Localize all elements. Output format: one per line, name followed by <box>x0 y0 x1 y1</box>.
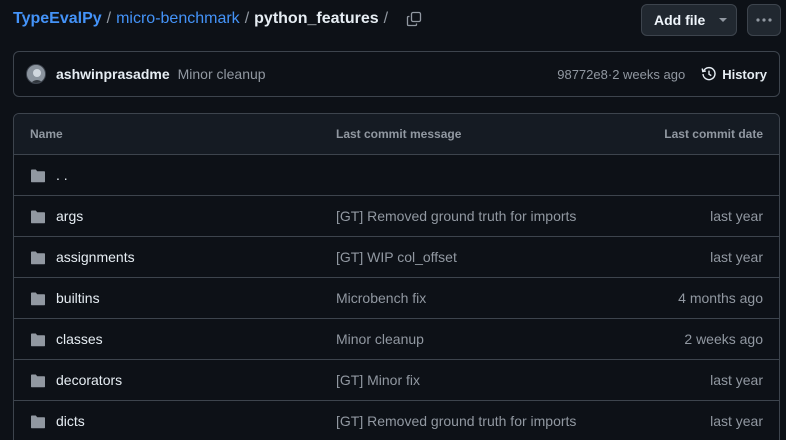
commit-date: last year <box>710 413 763 429</box>
breadcrumb-separator: / <box>106 10 112 27</box>
commit-message-link[interactable]: [GT] WIP col_offset <box>336 249 457 265</box>
table-row[interactable]: dicts [GT] Removed ground truth for impo… <box>14 401 779 440</box>
breadcrumb-separator: / <box>383 10 389 27</box>
breadcrumb-separator: / <box>244 10 250 27</box>
parent-directory-link[interactable]: . . <box>56 167 68 183</box>
commit-date: 4 months ago <box>678 290 763 306</box>
commit-message-link[interactable]: [GT] Removed ground truth for imports <box>336 208 576 224</box>
commit-date: last year <box>710 372 763 388</box>
commit-message-link[interactable]: Microbench fix <box>336 290 426 306</box>
folder-name-link[interactable]: args <box>56 208 83 224</box>
table-row[interactable]: builtins Microbench fix 4 months ago <box>14 278 779 319</box>
commit-date: last year <box>710 208 763 224</box>
file-table: Name Last commit message Last commit dat… <box>13 113 780 440</box>
folder-name-link[interactable]: decorators <box>56 372 122 388</box>
breadcrumb-current: python_features <box>254 10 379 27</box>
more-options-button[interactable] <box>747 4 781 36</box>
folder-name-link[interactable]: builtins <box>56 290 100 306</box>
commit-date: last year <box>710 249 763 265</box>
folder-icon <box>31 333 45 347</box>
folder-name-link[interactable]: assignments <box>56 249 135 265</box>
table-row-parent[interactable]: . . <box>14 155 779 196</box>
add-file-button[interactable]: Add file <box>641 4 737 36</box>
commit-meta: 98772e8 · 2 weeks ago History <box>557 66 767 82</box>
breadcrumb-repo-link[interactable]: micro-benchmark <box>116 10 240 28</box>
header-message: Last commit message <box>336 127 462 141</box>
folder-icon <box>31 210 45 224</box>
history-icon <box>701 66 716 81</box>
header-actions: Add file <box>641 4 781 36</box>
commit-sha[interactable]: 98772e8 <box>557 67 608 82</box>
triangle-down-icon <box>710 17 736 23</box>
folder-icon <box>31 415 45 429</box>
kebab-horizontal-icon <box>756 18 772 22</box>
table-row[interactable]: classes Minor cleanup 2 weeks ago <box>14 319 779 360</box>
table-row[interactable]: decorators [GT] Minor fix last year <box>14 360 779 401</box>
table-row[interactable]: args [GT] Removed ground truth for impor… <box>14 196 779 237</box>
commit-message[interactable]: Minor cleanup <box>178 66 266 82</box>
latest-commit-bar: ashwinprasadme Minor cleanup 98772e8 · 2… <box>13 51 780 97</box>
avatar[interactable] <box>26 64 46 84</box>
commit-date: 2 weeks ago <box>684 331 763 347</box>
folder-name-link[interactable]: classes <box>56 331 103 347</box>
header-name: Name <box>30 127 63 141</box>
folder-icon <box>31 251 45 265</box>
commit-time: 2 weeks ago <box>612 66 686 82</box>
folder-icon <box>31 292 45 306</box>
commit-message-link[interactable]: [GT] Minor fix <box>336 372 420 388</box>
top-bar: TypeEvalPy / micro-benchmark / python_fe… <box>13 0 781 38</box>
table-header: Name Last commit message Last commit dat… <box>14 114 779 155</box>
commit-message-link[interactable]: [GT] Removed ground truth for imports <box>336 413 576 429</box>
copy-icon <box>406 11 422 27</box>
commit-message-link[interactable]: Minor cleanup <box>336 331 424 347</box>
table-row[interactable]: assignments [GT] WIP col_offset last yea… <box>14 237 779 278</box>
folder-name-link[interactable]: dicts <box>56 413 85 429</box>
breadcrumb: TypeEvalPy / micro-benchmark / python_fe… <box>13 8 425 30</box>
commit-author[interactable]: ashwinprasadme <box>56 66 170 82</box>
history-button[interactable]: History <box>701 66 767 82</box>
header-date: Last commit date <box>664 127 763 141</box>
add-file-label: Add file <box>654 12 706 28</box>
copy-path-button[interactable] <box>403 8 425 30</box>
folder-icon <box>31 374 45 388</box>
breadcrumb-owner-link[interactable]: TypeEvalPy <box>13 10 102 28</box>
folder-icon <box>31 169 45 183</box>
history-label: History <box>722 66 767 82</box>
